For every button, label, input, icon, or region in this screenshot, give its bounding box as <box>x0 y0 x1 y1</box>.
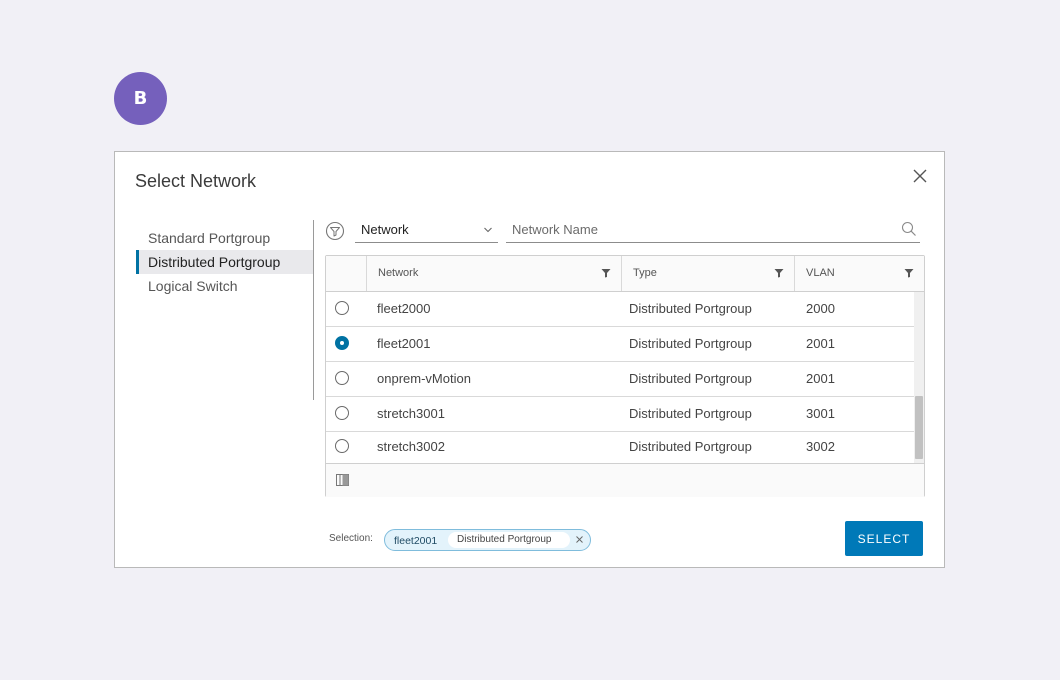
cell-type: Distributed Portgroup <box>629 336 752 351</box>
header-network-label: Network <box>378 267 419 279</box>
cell-type: Distributed Portgroup <box>629 301 752 316</box>
search-icon[interactable] <box>901 221 917 237</box>
table-row[interactable]: stretch3002 Distributed Portgroup 3002 <box>326 432 914 463</box>
cell-network: onprem-vMotion <box>377 371 471 386</box>
dialog-title: Select Network <box>135 171 257 191</box>
table-row[interactable]: onprem-vMotion Distributed Portgroup 200… <box>326 362 914 397</box>
selection-chip-type: Distributed Portgroup <box>448 532 570 548</box>
select-network-dialog: Select Network Standard Portgroup Distri… <box>114 151 945 568</box>
scrollbar-thumb[interactable] <box>915 396 923 459</box>
network-type-nav: Standard Portgroup Distributed Portgroup… <box>136 226 314 402</box>
table-row[interactable]: stretch3001 Distributed Portgroup 3001 <box>326 397 914 432</box>
cell-vlan: 3002 <box>806 439 835 454</box>
filter-toggle-button[interactable] <box>325 221 345 241</box>
filter-field-value: Network <box>361 222 409 237</box>
cell-network: stretch3002 <box>377 439 445 454</box>
header-vlan[interactable]: VLAN <box>794 256 924 291</box>
selection-chip: fleet2001 Distributed Portgroup <box>384 529 591 551</box>
filter-circle-icon <box>325 221 345 241</box>
cell-type: Distributed Portgroup <box>629 406 752 421</box>
grid-footer <box>326 463 924 497</box>
row-radio[interactable] <box>335 439 349 453</box>
cell-type: Distributed Portgroup <box>629 371 752 386</box>
filter-bar: Network <box>325 218 921 244</box>
column-filter-icon[interactable] <box>601 268 611 278</box>
close-icon[interactable] <box>575 535 584 544</box>
network-grid: Network Type VLAN fleet2000 Distributed … <box>325 255 925 497</box>
cell-network: fleet2000 <box>377 301 431 316</box>
header-select-column <box>326 256 366 291</box>
selection-chip-name: fleet2001 <box>394 535 438 547</box>
column-filter-icon[interactable] <box>904 268 914 278</box>
column-filter-icon[interactable] <box>774 268 784 278</box>
grid-scrollbar[interactable] <box>914 292 924 463</box>
header-network[interactable]: Network <box>366 256 621 291</box>
network-name-search-input[interactable] <box>506 218 886 241</box>
close-icon <box>913 169 927 183</box>
row-radio[interactable] <box>335 406 349 420</box>
grid-body: fleet2000 Distributed Portgroup 2000 fle… <box>326 292 914 463</box>
header-vlan-label: VLAN <box>806 267 835 279</box>
cell-vlan: 2001 <box>806 371 835 386</box>
chevron-down-icon <box>484 227 492 233</box>
nav-item-logical-switch[interactable]: Logical Switch <box>136 274 314 298</box>
row-radio[interactable] <box>335 336 349 350</box>
select-button[interactable]: SELECT <box>845 521 923 556</box>
nav-item-distributed-portgroup[interactable]: Distributed Portgroup <box>136 250 314 274</box>
cell-network: fleet2001 <box>377 336 431 351</box>
header-type[interactable]: Type <box>621 256 794 291</box>
avatar[interactable]: B <box>114 72 167 125</box>
header-type-label: Type <box>633 267 657 279</box>
column-toggle-icon[interactable] <box>336 474 349 486</box>
nav-item-standard-portgroup[interactable]: Standard Portgroup <box>136 226 314 250</box>
search-field <box>506 218 920 243</box>
cell-vlan: 2000 <box>806 301 835 316</box>
cell-vlan: 2001 <box>806 336 835 351</box>
selection-label: Selection: <box>329 533 373 544</box>
table-row[interactable]: fleet2000 Distributed Portgroup 2000 <box>326 292 914 327</box>
row-radio[interactable] <box>335 371 349 385</box>
grid-header: Network Type VLAN <box>326 256 924 292</box>
row-radio[interactable] <box>335 301 349 315</box>
table-row[interactable]: fleet2001 Distributed Portgroup 2001 <box>326 327 914 362</box>
cell-network: stretch3001 <box>377 406 445 421</box>
cell-type: Distributed Portgroup <box>629 439 752 454</box>
filter-field-select[interactable]: Network <box>355 218 498 243</box>
cell-vlan: 3001 <box>806 406 835 421</box>
close-button[interactable] <box>910 166 930 186</box>
nav-divider <box>313 220 314 400</box>
